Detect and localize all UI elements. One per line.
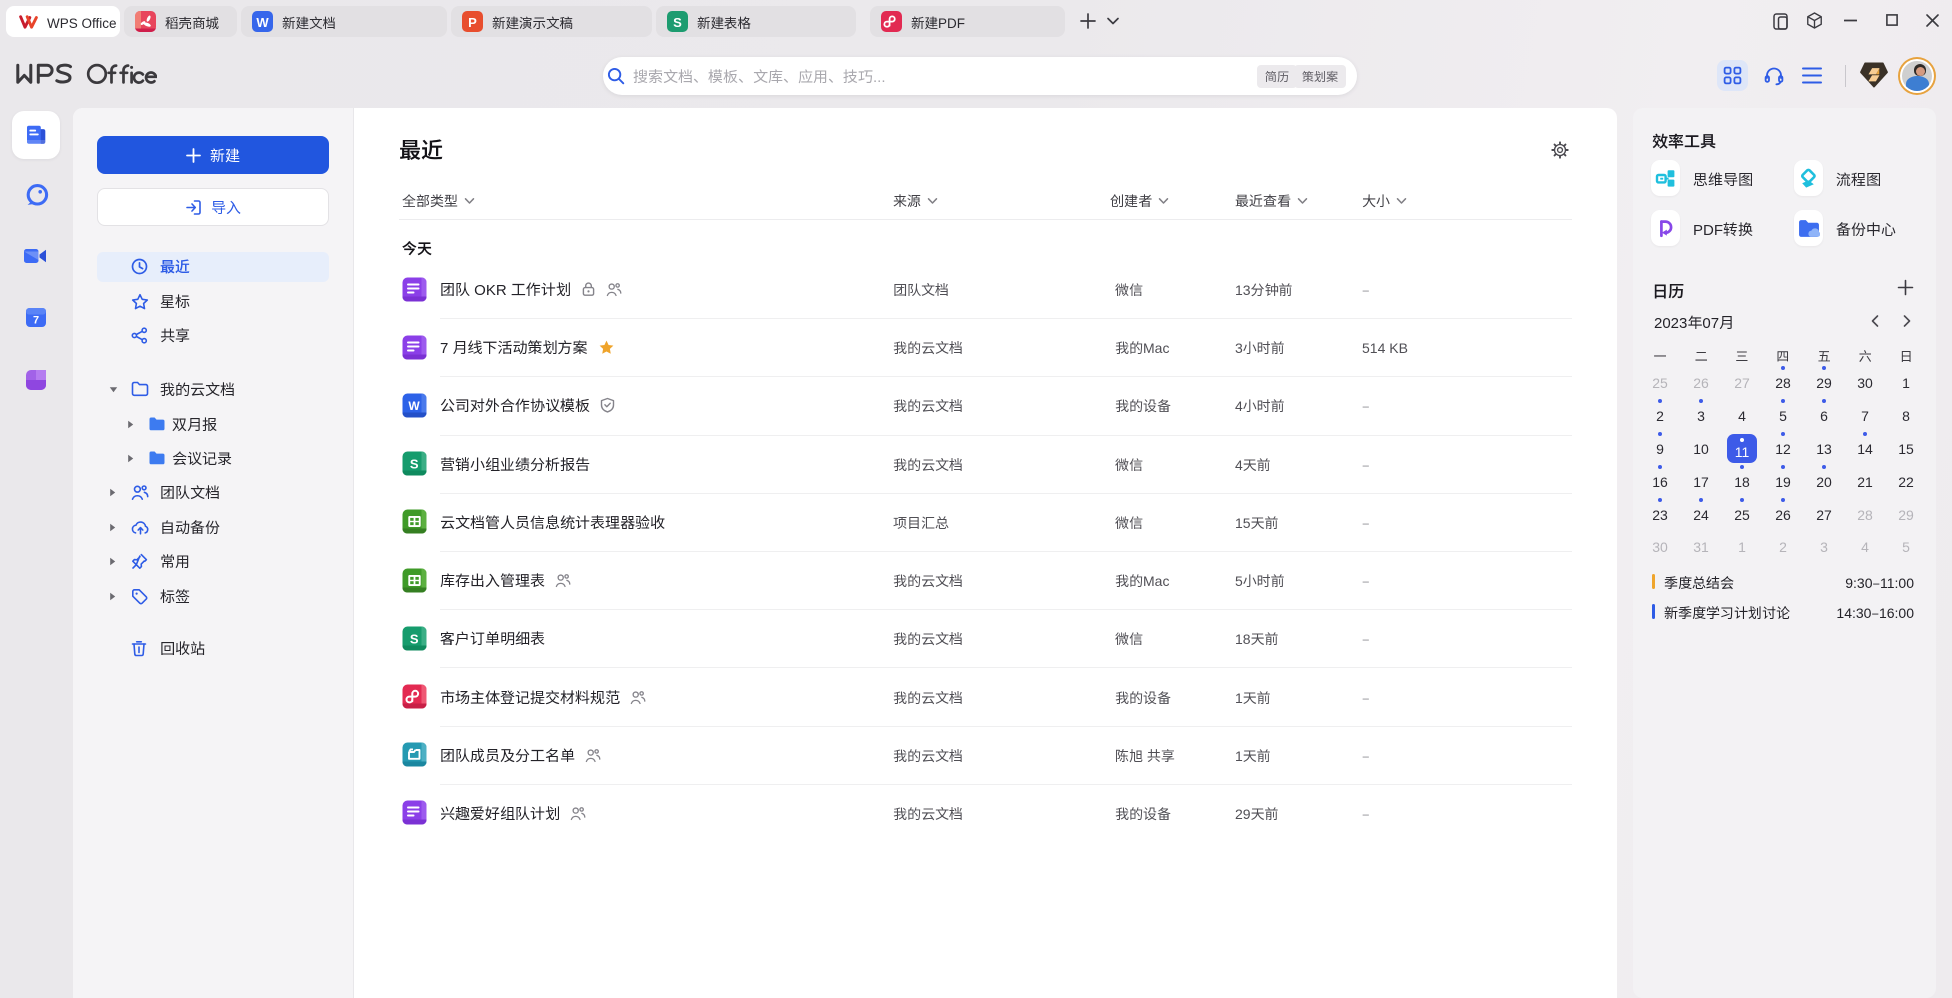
svg-text:7: 7 bbox=[33, 315, 39, 327]
svg-text:S: S bbox=[410, 456, 419, 471]
svg-text:W: W bbox=[408, 399, 420, 413]
svg-text:S: S bbox=[410, 631, 419, 646]
